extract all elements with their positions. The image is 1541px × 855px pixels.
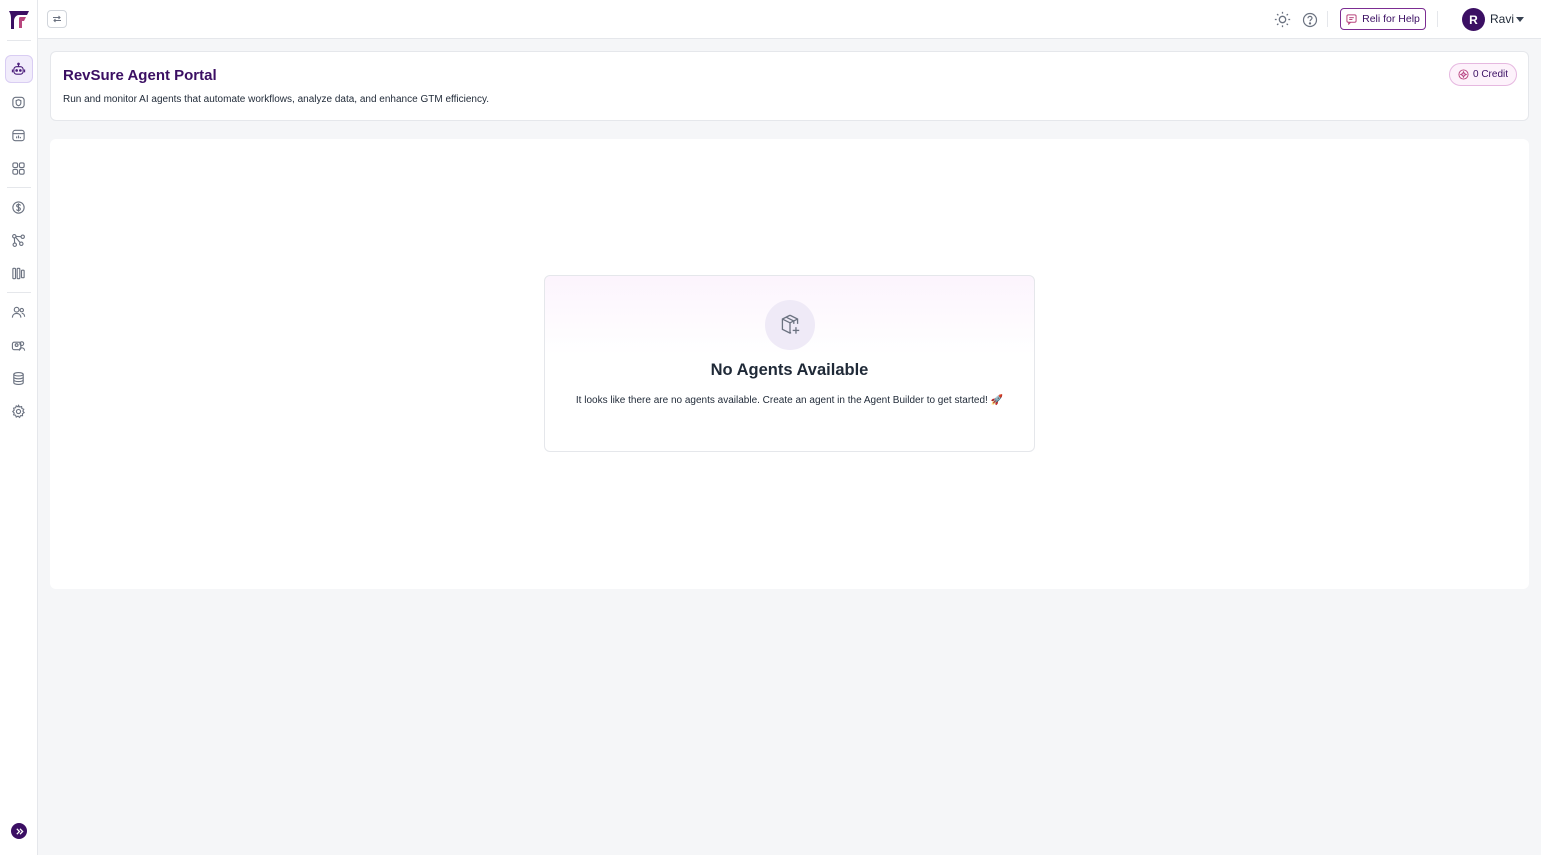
columns-icon xyxy=(12,267,25,279)
dollar-icon xyxy=(12,200,25,214)
package-add-icon xyxy=(781,314,800,334)
page-title: RevSure Agent Portal xyxy=(63,67,217,84)
sidebar-item-workflow[interactable] xyxy=(5,226,33,254)
sidebar-item-team[interactable] xyxy=(5,331,33,359)
database-icon xyxy=(13,371,24,385)
sun-icon xyxy=(1274,11,1291,28)
sidebar-item-shield[interactable] xyxy=(5,88,33,116)
credit-badge[interactable]: 0 Credit xyxy=(1449,63,1517,86)
topbar-divider xyxy=(1327,11,1328,27)
sidebar-divider xyxy=(6,292,31,293)
team-icon xyxy=(11,340,26,351)
credit-label: 0 Credit xyxy=(1472,69,1508,80)
swap-arrows-icon xyxy=(53,15,61,23)
workflow-icon xyxy=(12,233,25,247)
credit-coin-icon xyxy=(1458,69,1469,80)
sidebar-item-board[interactable] xyxy=(5,259,33,287)
question-circle-icon xyxy=(1302,12,1317,27)
sidebar-item-apps[interactable] xyxy=(5,154,33,182)
empty-state-card: No Agents Available It looks like there … xyxy=(544,275,1035,452)
agent-icon xyxy=(11,62,26,75)
users-icon xyxy=(11,306,26,318)
empty-state-description: It looks like there are no agents availa… xyxy=(575,395,1004,406)
settings-gear-icon xyxy=(11,403,25,418)
reli-help-button[interactable]: Reli for Help xyxy=(1340,8,1426,30)
user-name[interactable]: Ravi xyxy=(1490,12,1514,26)
apps-grid-icon xyxy=(12,161,25,175)
user-avatar[interactable]: R xyxy=(1462,8,1485,31)
calendar-chart-icon xyxy=(12,129,25,141)
sidebar-item-agents[interactable] xyxy=(4,55,33,83)
help-button[interactable] xyxy=(1301,11,1318,28)
user-menu-caret-icon[interactable] xyxy=(1516,17,1524,22)
shield-icon xyxy=(12,96,25,108)
collapse-sidebar-button[interactable] xyxy=(47,10,67,28)
sidebar-item-calendar[interactable] xyxy=(5,121,33,149)
empty-state-title: No Agents Available xyxy=(710,361,869,379)
empty-state-icon-wrap xyxy=(765,300,815,350)
agents-panel: No Agents Available It looks like there … xyxy=(50,139,1529,589)
revsure-logo-icon[interactable] xyxy=(7,9,31,31)
sidebar-divider xyxy=(6,187,31,188)
reli-help-label: Reli for Help xyxy=(1362,13,1420,25)
sidebar-item-settings[interactable] xyxy=(5,397,33,425)
topbar-divider xyxy=(1437,11,1438,27)
sidebar-divider xyxy=(6,40,31,41)
sidebar-item-revenue[interactable] xyxy=(5,193,33,221)
sidebar xyxy=(0,0,38,855)
sidebar-item-database[interactable] xyxy=(5,364,33,392)
reli-chat-icon xyxy=(1346,13,1357,25)
sidebar-item-users[interactable] xyxy=(5,298,33,326)
page-subtitle: Run and monitor AI agents that automate … xyxy=(63,94,489,105)
theme-toggle-button[interactable] xyxy=(1274,11,1291,28)
page-header-card: RevSure Agent Portal Run and monitor AI … xyxy=(50,51,1529,121)
topbar: Reli for Help R Ravi xyxy=(38,0,1541,39)
double-chevron-right-icon xyxy=(15,827,24,835)
expand-sidebar-button[interactable] xyxy=(11,823,27,839)
